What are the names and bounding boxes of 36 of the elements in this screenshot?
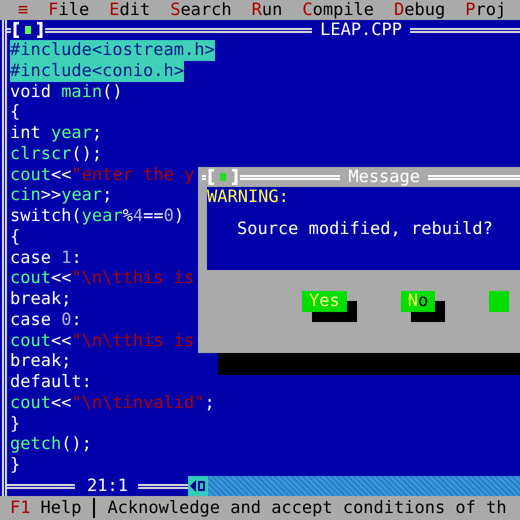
dialog-title: Message xyxy=(347,167,421,187)
code-line: { xyxy=(10,102,20,123)
code-line: { xyxy=(10,226,20,248)
code-line: cout<<"\n\tthis is xyxy=(10,268,194,289)
warning-heading: WARNING: xyxy=(207,187,290,207)
code-line: } xyxy=(10,455,20,476)
code-line: case 1: xyxy=(10,248,82,268)
code-line: clrscr(); xyxy=(10,144,102,164)
code-line: break; xyxy=(10,351,72,372)
menu-item[interactable]: Proj xyxy=(465,0,506,20)
close-icon[interactable] xyxy=(13,22,43,38)
menu-item[interactable]: File xyxy=(48,0,90,20)
code-line: case 0: xyxy=(10,310,82,330)
code-line: break; xyxy=(10,289,72,310)
code-line: switch(year%4==0) xyxy=(10,206,184,227)
window-title: LEAP.CPP xyxy=(319,20,403,40)
code-line: void main() xyxy=(10,82,123,102)
code-line: } xyxy=(10,414,20,434)
code-line: cout<<"enter the y xyxy=(10,164,194,186)
code-line: cin>>year; xyxy=(10,185,112,206)
dialog-button-edge[interactable] xyxy=(489,291,510,312)
menu-item[interactable]: Run xyxy=(252,0,282,20)
code-line: default: xyxy=(10,372,92,393)
menu-item[interactable]: Edit xyxy=(109,0,150,20)
code-line: cout<<"\n\tinvalid"; xyxy=(10,392,215,414)
menu-item[interactable]: Debug xyxy=(394,0,446,20)
help-label: Help xyxy=(40,498,82,518)
status-message: Acknowledge and accept conditions of th xyxy=(107,498,507,518)
cursor-position: 21:1 xyxy=(86,476,128,496)
code-line: int year; xyxy=(10,123,102,144)
menu-item[interactable]: Search xyxy=(170,0,232,20)
menu-item[interactable]: Compile xyxy=(302,0,374,20)
scroll-left-icon[interactable] xyxy=(188,476,208,496)
code-line: cout<<"\n\tthis is xyxy=(10,330,194,352)
dialog-message: Source modified, rebuild? xyxy=(237,219,493,239)
code-line: getch(); xyxy=(10,434,92,455)
